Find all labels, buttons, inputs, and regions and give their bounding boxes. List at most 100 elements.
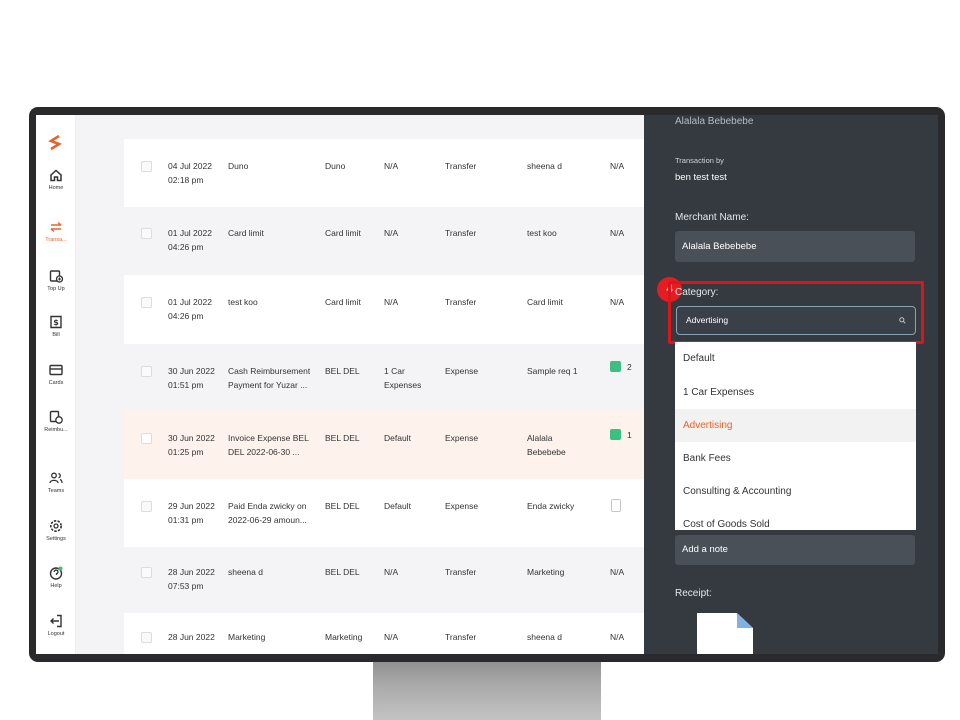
table-row[interactable]: 28 Jun 2022 Marketing Marketing N/A Tran… [124, 613, 644, 654]
row-checkbox[interactable] [141, 228, 152, 239]
row-type: Transfer [445, 632, 477, 642]
receipt-label: Receipt: [675, 588, 712, 599]
sidebar-item-label: Help [50, 583, 62, 589]
receipt-check-icon [610, 361, 621, 372]
row-from: Card limit [325, 297, 361, 307]
dropdown-option[interactable]: Default [675, 342, 916, 375]
row-type: Transfer [445, 228, 477, 238]
row-receipt: N/A [610, 632, 625, 642]
row-description: Duno [228, 161, 249, 171]
row-type: Transfer [445, 161, 477, 171]
dropdown-option-selected[interactable]: Advertising [675, 409, 916, 442]
category-highlight-box [668, 281, 924, 344]
dropdown-option[interactable]: Bank Fees [675, 442, 916, 475]
row-date: 01 Jul 2022 [168, 297, 212, 307]
row-description-line2: Payment for Yuzar ... [228, 380, 308, 390]
table-row[interactable]: 30 Jun 2022 01:51 pm Cash Reimbursement … [124, 344, 644, 411]
document-icon[interactable] [697, 613, 753, 654]
content-margin [76, 115, 124, 654]
table-row[interactable]: 29 Jun 2022 01:31 pm Paid Enda zwicky on… [124, 479, 644, 547]
sidebar-item-teams[interactable]: Teams [36, 470, 76, 494]
row-checkbox[interactable] [141, 501, 152, 512]
row-checkbox[interactable] [141, 567, 152, 578]
row-description: sheena d [228, 567, 263, 577]
row-description: Invoice Expense BEL [228, 433, 309, 443]
row-to-line2: Bebebebe [527, 447, 566, 457]
merchant-name-label: Merchant Name: [675, 212, 749, 223]
row-date: 30 Jun 2022 [168, 366, 215, 376]
dropdown-option[interactable]: Consulting & Accounting [675, 475, 916, 508]
row-receipt: N/A [610, 567, 625, 577]
logout-icon [50, 614, 62, 628]
table-row[interactable]: 01 Jul 2022 04:26 pm test koo Card limit… [124, 275, 644, 344]
row-description: Card limit [228, 228, 264, 238]
row-date: 04 Jul 2022 [168, 161, 212, 171]
stage: Home Transa... Top Up $ Bill Cards Reimb… [0, 0, 960, 720]
row-category: N/A [384, 567, 399, 577]
row-to: Alalala [527, 433, 553, 443]
row-receipt: N/A [610, 297, 625, 307]
row-category-line2: Expenses [384, 380, 422, 390]
sidebar-item-bill[interactable]: $ Bill [36, 314, 76, 338]
sidebar-item-settings[interactable]: Settings [36, 518, 76, 542]
merchant-name-input[interactable]: Alalala Bebebebe [675, 231, 915, 262]
receipt-empty-icon[interactable] [611, 499, 621, 512]
sidebar-item-label: Transa... [45, 237, 67, 243]
sidebar-item-label: Bill [52, 332, 60, 338]
row-from: BEL DEL [325, 433, 360, 443]
row-time: 01:51 pm [168, 380, 204, 390]
sidebar-item-logout[interactable]: Logout [36, 613, 76, 637]
row-to: test koo [527, 228, 557, 238]
receipt-badge[interactable]: 2 [610, 361, 632, 372]
app-screen: Home Transa... Top Up $ Bill Cards Reimb… [36, 115, 938, 654]
row-description: test koo [228, 297, 258, 307]
sidebar-item-label: Teams [47, 488, 65, 494]
row-from: Marketing [325, 632, 363, 642]
dropdown-option[interactable]: 1 Car Expenses [675, 376, 916, 409]
receipt-badge[interactable]: 1 [610, 429, 632, 440]
row-checkbox[interactable] [141, 161, 152, 172]
receipt-count: 2 [627, 361, 632, 372]
sidebar-item-top-up[interactable]: Top Up [36, 268, 76, 292]
row-to: Enda zwicky [527, 501, 575, 511]
transaction-by-label: Transaction by [675, 156, 724, 165]
row-to: sheena d [527, 161, 562, 171]
monitor-stand [373, 660, 601, 720]
row-type: Expense [445, 366, 479, 376]
row-to: Marketing [527, 567, 565, 577]
row-checkbox[interactable] [141, 297, 152, 308]
sidebar-item-label: Settings [46, 536, 66, 542]
sidebar-item-home[interactable]: Home [36, 167, 76, 191]
sidebar-item-help[interactable]: Help [36, 565, 76, 589]
sidebar-item-transactions[interactable]: Transa... [36, 219, 76, 243]
row-from: Card limit [325, 228, 361, 238]
row-checkbox[interactable] [141, 632, 152, 643]
row-category: N/A [384, 228, 399, 238]
table-row[interactable]: 04 Jul 2022 02:18 pm Duno Duno N/A Trans… [124, 139, 644, 207]
row-checkbox[interactable] [141, 366, 152, 377]
settings-icon [50, 520, 62, 532]
sidebar-item-cards[interactable]: Cards [36, 362, 76, 386]
bill-icon: $ [50, 315, 62, 329]
row-from: BEL DEL [325, 366, 360, 376]
note-input[interactable]: Add a note [675, 535, 915, 565]
row-time: 04:26 pm [168, 311, 204, 321]
row-category: Default [384, 433, 411, 443]
brand-logo-icon [48, 134, 62, 151]
row-description: Paid Enda zwicky on [228, 501, 307, 511]
table-row-selected[interactable]: 30 Jun 2022 01:25 pm Invoice Expense BEL… [124, 411, 644, 479]
row-description: Marketing [228, 632, 266, 642]
table-row[interactable]: 01 Jul 2022 04:26 pm Card limit Card lim… [124, 207, 644, 275]
dropdown-option[interactable]: Cost of Goods Sold [675, 508, 916, 530]
row-from: BEL DEL [325, 501, 360, 511]
panel-header-cut: Alalala Bebebebe [675, 116, 754, 127]
table-row[interactable]: 28 Jun 2022 07:53 pm sheena d BEL DEL N/… [124, 547, 644, 613]
help-icon [49, 566, 63, 580]
row-description-line2: 2022-06-29 amoun... [228, 515, 307, 525]
row-checkbox[interactable] [141, 433, 152, 444]
sidebar-item-reimbursement[interactable]: Reimbu... [36, 409, 76, 433]
reimburse-icon [49, 410, 63, 424]
transfer-icon [50, 221, 62, 233]
sidebar-item-label: Top Up [47, 286, 65, 292]
card-icon [49, 364, 63, 376]
